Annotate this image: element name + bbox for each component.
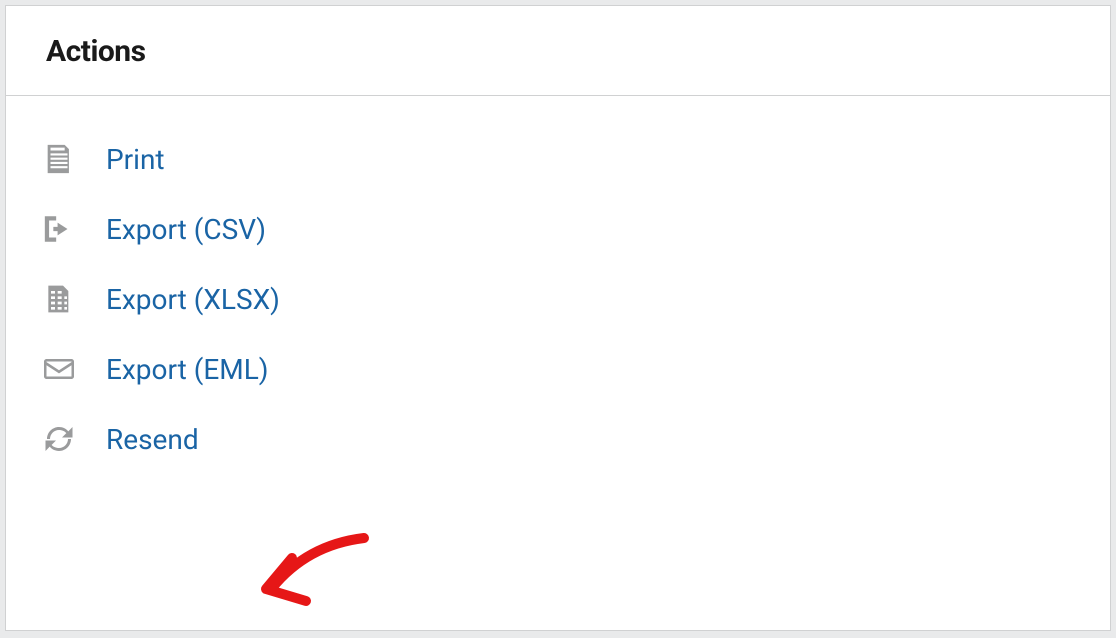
annotation-arrow bbox=[244, 523, 404, 633]
mail-icon bbox=[40, 350, 78, 388]
action-label: Resend bbox=[106, 423, 199, 456]
action-label: Export (EML) bbox=[106, 353, 269, 386]
action-export-csv[interactable]: Export (CSV) bbox=[40, 194, 1076, 264]
spreadsheet-icon bbox=[40, 280, 78, 318]
action-resend[interactable]: Resend bbox=[40, 404, 1076, 474]
actions-panel: Actions Print Export (CSV) bbox=[5, 5, 1111, 631]
panel-body: Print Export (CSV) Export (XLSX) bbox=[6, 96, 1110, 474]
action-export-eml[interactable]: Export (EML) bbox=[40, 334, 1076, 404]
action-label: Export (XLSX) bbox=[106, 283, 280, 316]
action-label: Print bbox=[106, 143, 165, 176]
panel-header: Actions bbox=[6, 6, 1110, 96]
action-print[interactable]: Print bbox=[40, 124, 1076, 194]
action-export-xlsx[interactable]: Export (XLSX) bbox=[40, 264, 1076, 334]
export-arrow-icon bbox=[40, 210, 78, 248]
document-icon bbox=[40, 140, 78, 178]
action-label: Export (CSV) bbox=[106, 213, 266, 246]
refresh-icon bbox=[40, 420, 78, 458]
panel-title: Actions bbox=[46, 34, 1070, 69]
